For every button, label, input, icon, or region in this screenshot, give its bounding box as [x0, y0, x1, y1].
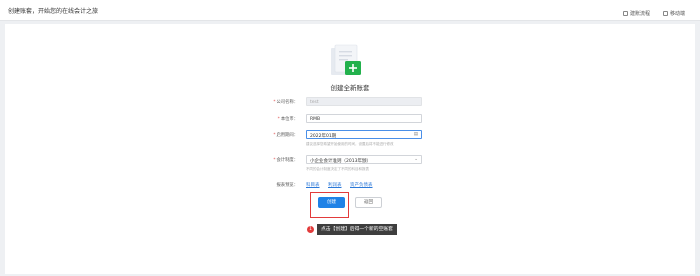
form-heading: 创建全新账套: [330, 84, 370, 92]
mobile-checkbox[interactable]: 移动端: [663, 10, 685, 17]
checkbox-icon[interactable]: [623, 11, 628, 16]
calendar-icon[interactable]: ▤: [414, 132, 418, 137]
start-period-value: 2022年01期: [310, 133, 337, 139]
tip-number-badge: 1: [307, 226, 314, 233]
accounting-system-label: *会计制度：: [273, 158, 298, 163]
new-document-icon: [331, 44, 361, 75]
start-period-hint: 建议选择您希望开始使用的时间，设置后将不能进行修改: [306, 142, 394, 146]
currency-label: *本位币：: [277, 117, 298, 122]
start-period-input[interactable]: 2022年01期 ▤: [306, 130, 422, 139]
currency-input[interactable]: RMB: [306, 114, 422, 123]
create-tooltip: 点击【创建】后得一个新的空账套: [317, 224, 397, 235]
create-button[interactable]: 创建: [318, 197, 345, 208]
page-title: 创建账套，开始您的在线会计之旅: [8, 8, 99, 15]
accounting-system-hint: 不同的会计制度决定了不同的科目和报表: [306, 167, 369, 171]
process-checkbox[interactable]: 建账流程: [623, 10, 650, 17]
top-bar: 创建账套，开始您的在线会计之旅 建账流程 移动端: [0, 0, 700, 21]
company-name-label: *公司名称：: [273, 100, 298, 105]
preview-link-income-statement[interactable]: 利润表: [328, 182, 342, 188]
back-button[interactable]: 返回: [355, 197, 382, 208]
accounting-system-value: 小企业会计准则（2013年颁）: [310, 158, 371, 164]
accounting-system-select[interactable]: 小企业会计准则（2013年颁） ⌄: [306, 155, 422, 164]
company-name-input[interactable]: test: [306, 97, 422, 106]
preview-link-balance-sheet[interactable]: 资产负债表: [350, 182, 373, 188]
preview-link-accounts[interactable]: 科目表: [306, 182, 320, 188]
process-checkbox-label: 建账流程: [630, 11, 651, 17]
mobile-checkbox-label: 移动端: [670, 11, 686, 17]
preview-label: 报表预览：: [276, 183, 298, 188]
checkbox-icon[interactable]: [663, 11, 668, 16]
start-period-label: *启用期间：: [273, 133, 298, 138]
chevron-down-icon: ⌄: [414, 157, 418, 162]
